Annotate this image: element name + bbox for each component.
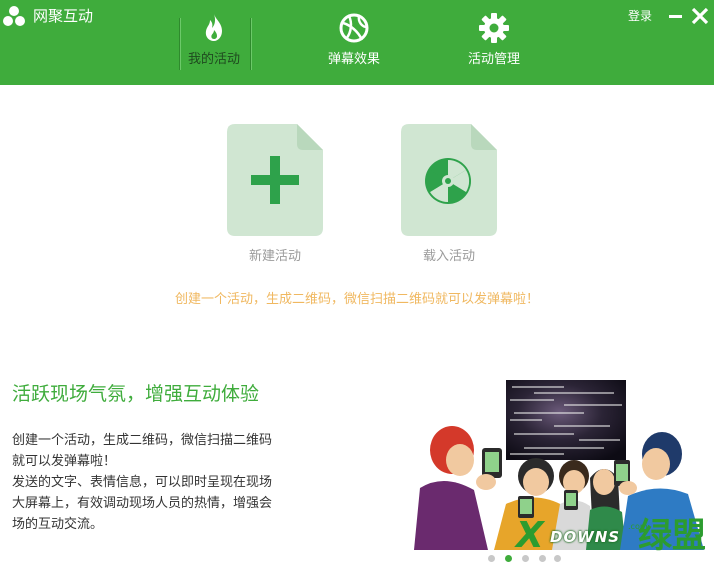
watermark-text: DOWNS — [550, 528, 621, 546]
tab-label: 弹幕效果 — [327, 52, 380, 67]
carousel-dot[interactable] — [539, 555, 546, 562]
watermark-cn: 绿盟 — [638, 516, 706, 556]
load-activity-button[interactable] — [401, 124, 497, 236]
tab-label: 活动管理 — [467, 52, 520, 67]
flame-icon — [205, 14, 222, 41]
tab-activity-management[interactable]: 活动管理 — [424, 10, 564, 72]
document-icon — [227, 124, 323, 236]
promo-line: 大屏幕上，有效调动现场人员的热情，增强会 — [12, 496, 273, 511]
login-link[interactable]: 登录 — [628, 8, 652, 24]
load-activity-label: 载入活动 — [422, 249, 475, 264]
close-icon — [691, 7, 709, 25]
tab-danmaku-effects[interactable]: 弹幕效果 — [284, 10, 424, 72]
new-activity-label: 新建活动 — [248, 249, 301, 264]
promo-title: 活跃现场气氛，增强互动体验 — [12, 383, 260, 405]
promo-line: 发送的文字、表情信息，可以即时呈现在现场 — [12, 475, 273, 490]
app-title: 网聚互动 — [33, 7, 94, 25]
watermark: X DOWNS .com 绿盟 — [516, 516, 712, 558]
minimize-button[interactable] — [666, 5, 686, 27]
close-button[interactable] — [690, 5, 710, 27]
basketball-icon — [339, 13, 369, 43]
tab-my-activities[interactable]: 我的活动 — [144, 10, 284, 72]
carousel-dot[interactable] — [488, 555, 495, 562]
app-logo-icon — [3, 6, 25, 26]
carousel-dot[interactable] — [522, 555, 529, 562]
new-activity-button[interactable] — [227, 124, 323, 236]
promo-line: 场的互动交流。 — [12, 517, 104, 532]
disc-icon — [425, 158, 471, 204]
gear-icon — [479, 13, 509, 43]
carousel-dot-active[interactable] — [505, 555, 512, 562]
document-icon — [401, 124, 497, 236]
promo-line: 创建一个活动，生成二维码，微信扫描二维码 — [12, 433, 273, 448]
tab-label: 我的活动 — [187, 52, 240, 67]
promo-line: 就可以发弹幕啦！ — [12, 454, 117, 469]
hint-text: 创建一个活动，生成二维码，微信扫描二维码就可以发弹幕啦！ — [174, 292, 539, 307]
promo-description: 创建一个活动，生成二维码，微信扫描二维码 就可以发弹幕啦！ 发送的文字、表情信息… — [12, 430, 302, 535]
carousel-dots — [488, 554, 568, 562]
watermark-mark: X — [516, 515, 544, 556]
minimize-icon — [669, 15, 682, 18]
carousel-dot[interactable] — [554, 555, 561, 562]
title-bar: 网聚互动 我的活动 弹幕效果 活动管理 登录 — [0, 0, 714, 85]
